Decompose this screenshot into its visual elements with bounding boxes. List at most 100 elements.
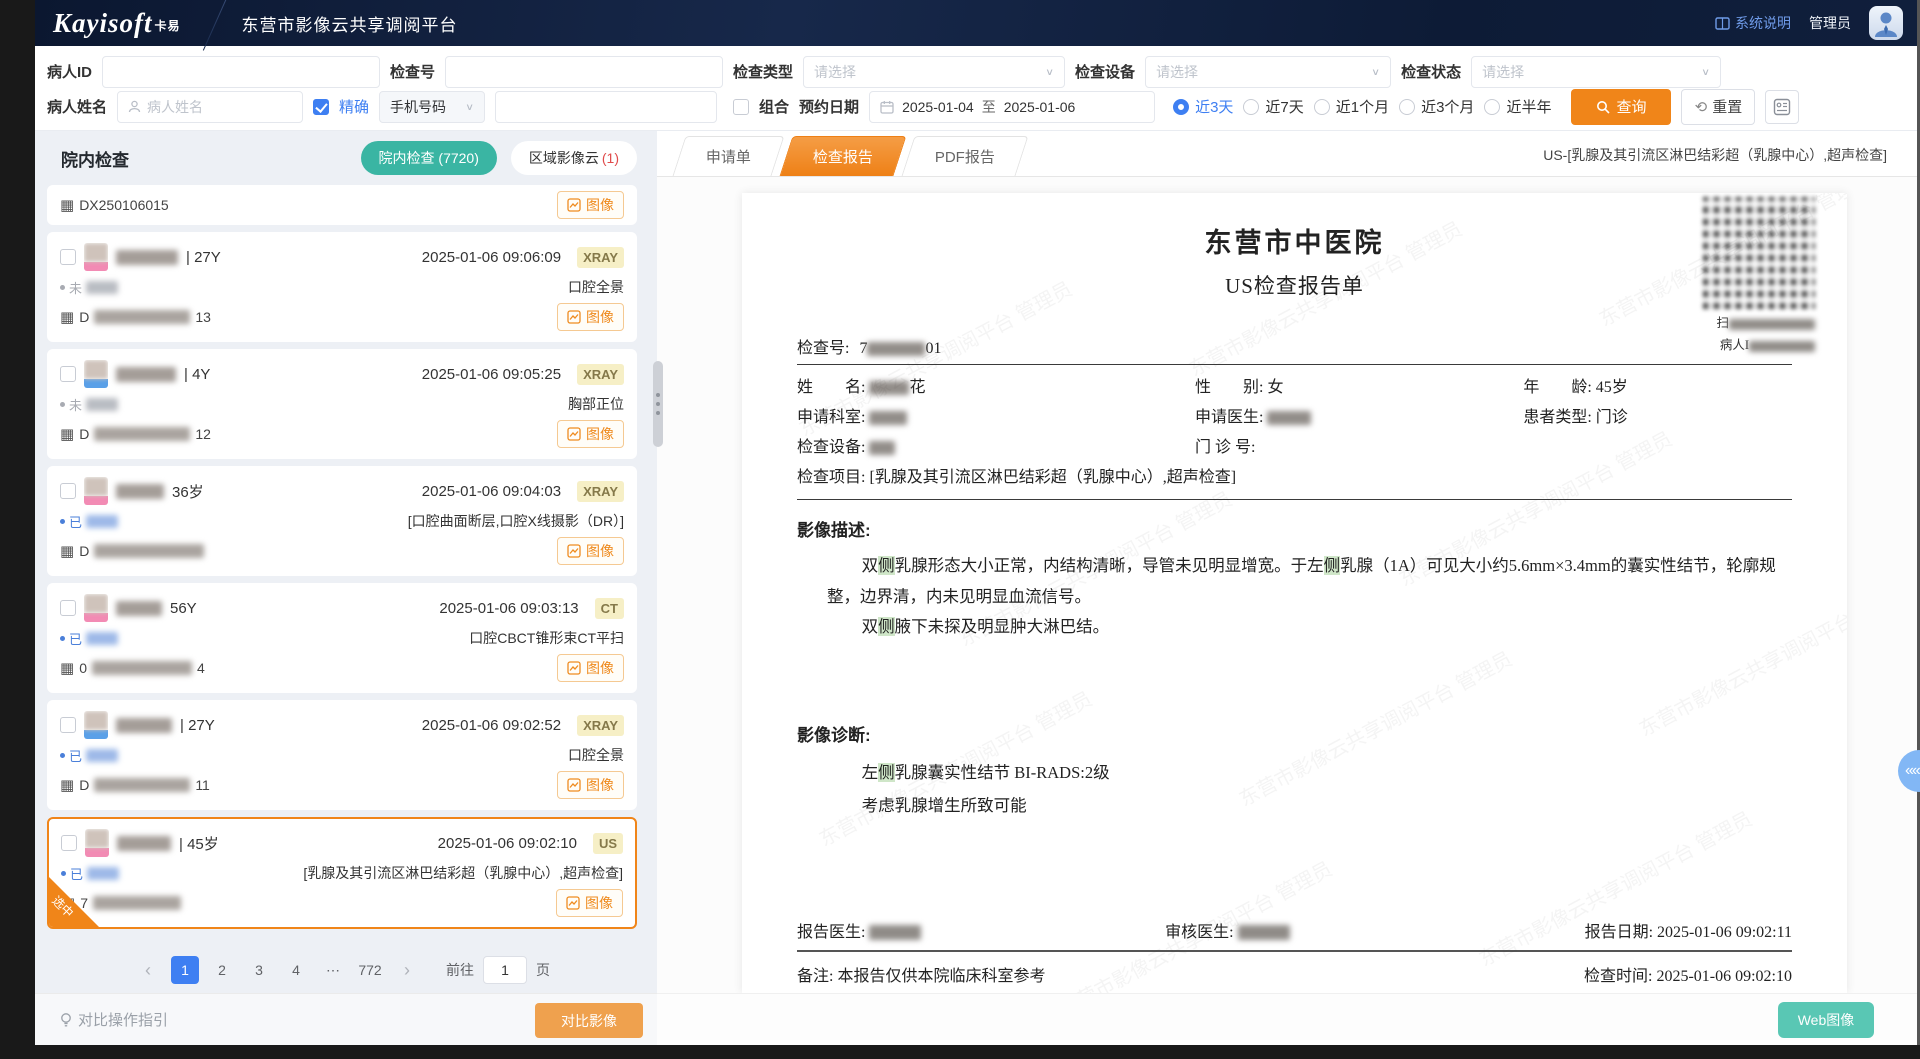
exam-card[interactable]: | 4Y 2025-01-06 09:05:25 XRAY 未 胸部正位 ▦ D… [47,349,637,459]
exam-checkbox[interactable] [60,600,76,616]
page-ellipsis[interactable]: ⋯ [319,956,347,984]
patient-name-input[interactable]: 病人姓名 [117,91,303,123]
image-button[interactable]: 图像 [557,654,624,682]
exam-card[interactable]: | 45岁 2025-01-06 09:02:10 US 已 [乳腺及其引流区淋… [47,817,637,929]
filter-bar: 病人ID 检查号 检查类型 请选择 ∨ 检查设备 请选择 ∨ 检查状态 请选择 … [35,46,1917,131]
patient-age: | 27Y [186,249,221,266]
date-range-input[interactable]: 2025-01-04 至 2025-01-06 [869,91,1155,123]
diag-line-1: 左侧乳腺囊实性结节 BI-RADS:2级 [827,756,1792,789]
combo-checkbox[interactable] [733,99,749,115]
page-button-2[interactable]: 2 [208,956,236,984]
tab-request-form[interactable]: 申请单 [673,136,785,176]
date-from: 2025-01-04 [902,99,974,115]
page-button-1[interactable]: 1 [171,956,199,984]
page-button-3[interactable]: 3 [245,956,273,984]
chevron-down-icon: ∨ [1701,66,1710,77]
exam-card-partial[interactable]: ▦ DX250106015 图像 [47,185,637,225]
exam-checkbox[interactable] [61,835,77,851]
image-icon [567,198,581,212]
tab-pdf-report[interactable]: PDF报告 [902,136,1029,176]
modality-badge: XRAY [577,247,624,268]
page-title: 东营市影像云共享调阅平台 [242,11,458,36]
system-help-link[interactable]: 系统说明 [1715,13,1791,33]
search-button[interactable]: 查询 [1571,89,1671,125]
tab-regional-cloud[interactable]: 区域影像云(1) [511,141,637,175]
sidebar-collapse-handle[interactable] [653,361,663,447]
person-icon [128,100,141,113]
quick-range-3d[interactable]: 近3天 [1173,96,1233,117]
exam-no-input[interactable] [445,56,723,88]
card-list-icon [1773,98,1791,116]
web-image-button[interactable]: Web图像 [1778,1002,1874,1038]
status-redacted [86,749,118,762]
date-label: 预约日期 [799,96,859,117]
desc-paragraph-2: 双侧腋下未探及明显肿大淋巴结。 [827,612,1792,643]
compare-guide-link[interactable]: 对比操作指引 [59,1009,168,1030]
patient-avatar [84,711,108,739]
radio-icon [1314,99,1330,115]
patient-age: | 4Y [184,366,210,383]
status-badge: 已 [60,512,118,531]
phone-select[interactable]: 手机号码 ∨ [379,91,485,123]
image-button[interactable]: 图像 [557,420,624,448]
quick-range-6m[interactable]: 近半年 [1484,96,1551,117]
page-button-772[interactable]: 772 [356,956,384,984]
compare-images-button[interactable]: 对比影像 [535,1003,643,1038]
exam-checkbox[interactable] [60,483,76,499]
patient-avatar [85,829,109,857]
exact-checkbox[interactable] [313,99,329,115]
next-page-button[interactable]: › [393,956,421,984]
patient-id-input[interactable] [102,56,380,88]
exam-datetime: 2025-01-06 09:06:09 [422,249,561,266]
radio-icon [1173,99,1189,115]
grid-icon: ▦ [60,308,74,326]
prev-page-button[interactable]: ‹ [134,956,162,984]
exam-card[interactable]: 56Y 2025-01-06 09:03:13 CT 已 口腔CBCT锥形束CT… [47,583,637,693]
phone-input[interactable] [495,91,717,123]
quick-range-1m[interactable]: 近1个月 [1314,96,1389,117]
image-button[interactable]: 图像 [557,771,624,799]
image-button[interactable]: 图像 [557,303,624,331]
patient-name-label: 病人姓名 [47,96,107,117]
exam-checkbox[interactable] [60,717,76,733]
exam-card[interactable]: | 27Y 2025-01-06 09:02:52 XRAY 已 口腔全景 ▦ … [47,700,637,810]
tab-exam-report[interactable]: 检查报告 [780,136,907,176]
goto-page-input[interactable] [483,956,527,984]
chevron-down-icon: ∨ [1371,66,1380,77]
avatar[interactable] [1869,6,1903,40]
status-redacted [86,281,118,294]
exam-datetime: 2025-01-06 09:02:10 [438,835,577,852]
radio-icon [1399,99,1415,115]
accession-number: ▦ DX250106015 [60,196,169,214]
qr-code [1703,197,1815,309]
image-button[interactable]: 图像 [557,191,624,219]
exam-checkbox[interactable] [60,366,76,382]
reset-button[interactable]: ⟲ 重置 [1681,89,1755,125]
status-dot-icon [60,402,65,407]
radio-icon [1243,99,1259,115]
patient-age: 56Y [170,600,197,617]
exam-status-select[interactable]: 请选择 ∨ [1471,56,1721,88]
brand-logo: Kayisoft卡易 [53,8,181,39]
quick-range-7d[interactable]: 近7天 [1243,96,1303,117]
image-button[interactable]: 图像 [556,889,623,917]
exam-card[interactable]: 36岁 2025-01-06 09:04:03 XRAY 已 [口腔曲面断层,口… [47,466,637,576]
tab-local-exams[interactable]: 院内检查 (7720) [361,141,497,175]
image-icon [567,427,581,441]
quick-range-3m[interactable]: 近3个月 [1399,96,1474,117]
exam-device-select[interactable]: 请选择 ∨ [1145,56,1391,88]
advanced-settings-button[interactable] [1765,90,1799,124]
image-button[interactable]: 图像 [557,537,624,565]
exam-card[interactable]: | 27Y 2025-01-06 09:06:09 XRAY 未 口腔全景 ▦ … [47,232,637,342]
accession-number: ▦ D 11 [60,776,210,794]
combo-label: 组合 [759,96,789,117]
exam-checkbox[interactable] [60,249,76,265]
user-name[interactable]: 管理员 [1809,13,1851,33]
exam-type-select[interactable]: 请选择 ∨ [803,56,1065,88]
status-badge: 未 [60,278,118,297]
page-button-4[interactable]: 4 [282,956,310,984]
exam-list-sidebar: 院内检查 院内检查 (7720) 区域影像云(1) ▦ DX250106015 [35,131,657,993]
qr-caption: 扫 [1665,312,1815,331]
modality-badge: XRAY [577,481,624,502]
status-redacted [86,632,118,645]
